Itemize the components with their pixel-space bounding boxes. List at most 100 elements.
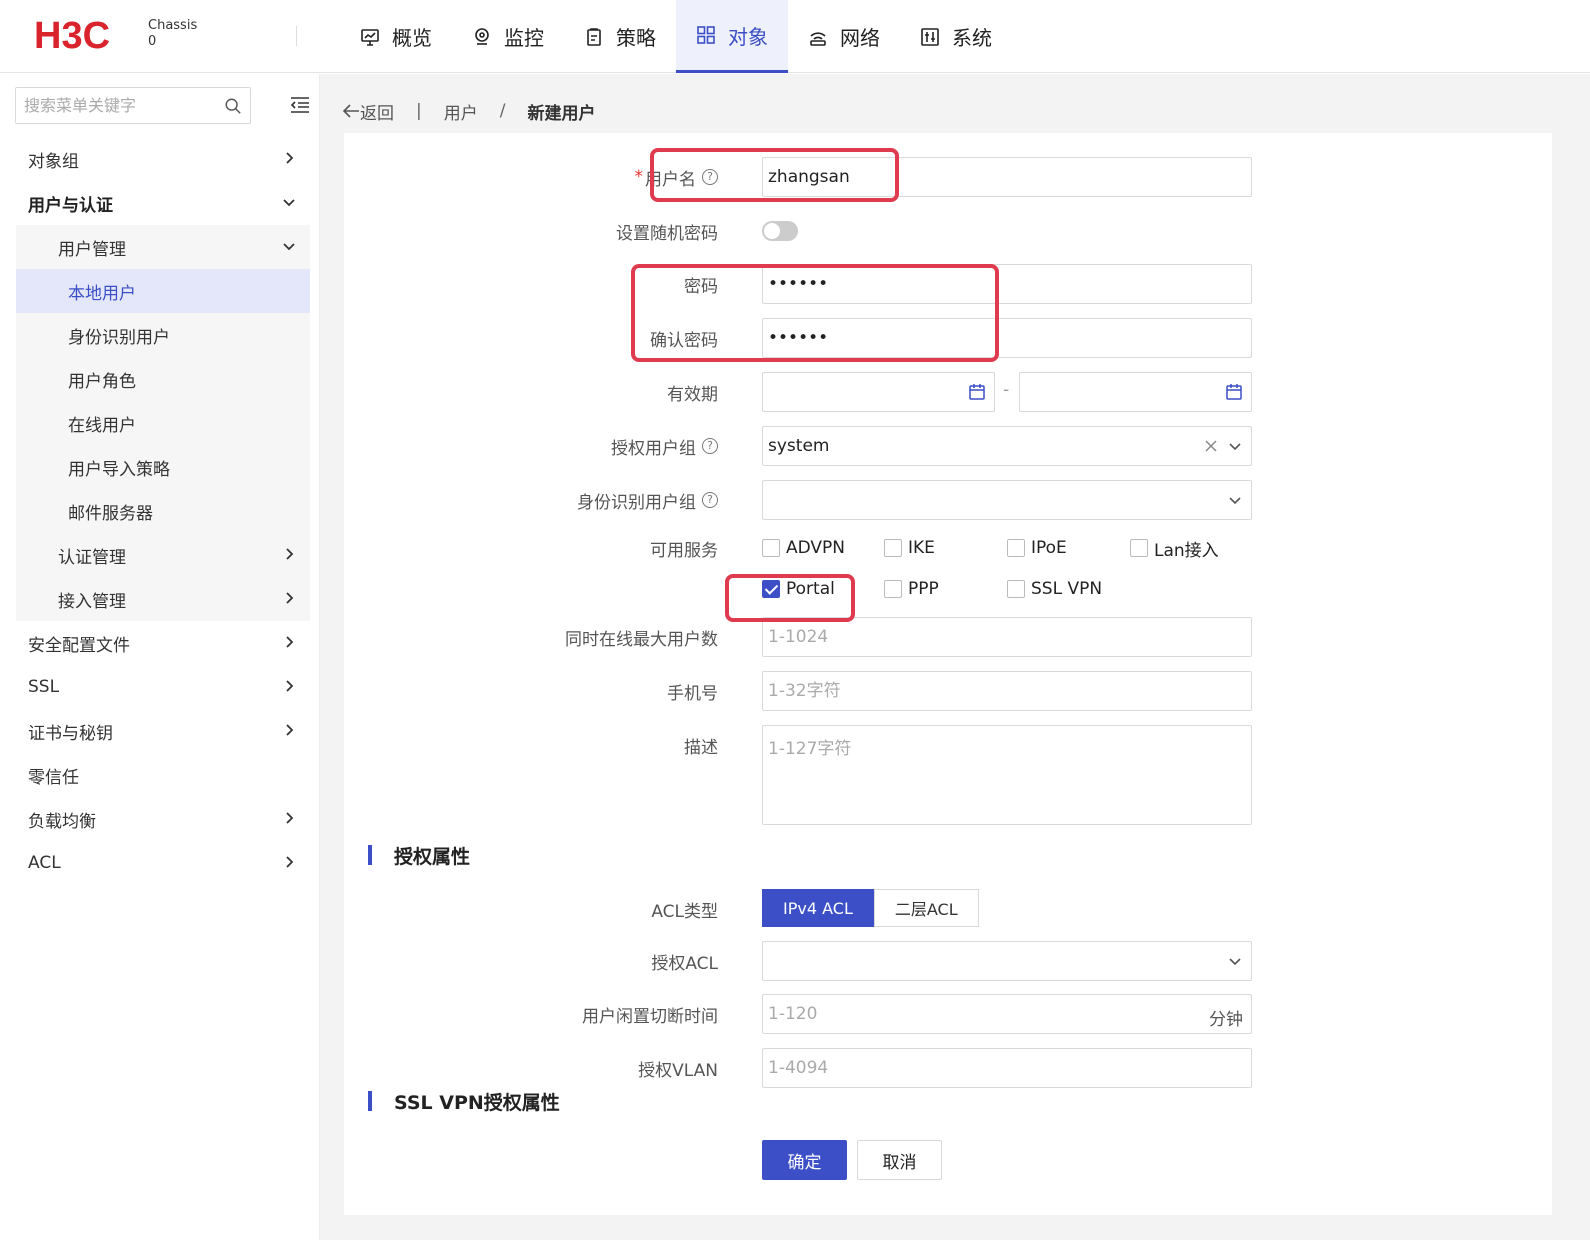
nav-label: 系统	[952, 26, 992, 50]
identity-group-row: 身份识别用户组 ?	[344, 480, 1552, 520]
checkbox[interactable]	[884, 580, 902, 598]
services-label: 可用服务	[650, 540, 718, 561]
phone-field	[762, 671, 1252, 711]
breadcrumb-parent[interactable]: 用户	[444, 99, 478, 124]
acl-type-label: ACL类型	[651, 901, 718, 922]
back-link[interactable]: 返回	[360, 99, 394, 124]
service-lan-access[interactable]: Lan接入	[1130, 533, 1219, 563]
validity-start-picker[interactable]	[762, 372, 995, 412]
auth-acl-select[interactable]	[762, 941, 1252, 981]
username-input[interactable]	[768, 167, 1246, 187]
confirm-password-field[interactable]: ••••••	[762, 318, 1252, 358]
description-textarea[interactable]	[768, 726, 1246, 824]
identity-group-select[interactable]	[762, 480, 1252, 520]
sidebar-item-local-user[interactable]: 本地用户	[16, 269, 310, 313]
nav-label: 概览	[392, 26, 432, 50]
calendar-icon	[1226, 384, 1242, 400]
confirm-password-label: 确认密码	[650, 330, 718, 351]
chevron-down-icon	[1229, 443, 1241, 451]
password-label: 密码	[684, 276, 718, 297]
sidebar-item-acl[interactable]: ACL	[6, 841, 310, 885]
sidebar-item-online-user[interactable]: 在线用户	[16, 401, 310, 445]
sslvpn-section-title: SSL VPN授权属性	[368, 1089, 560, 1114]
search-icon[interactable]	[224, 96, 242, 116]
service-ssl-vpn[interactable]: SSL VPN	[1007, 574, 1102, 604]
sidebar-item-zero-trust[interactable]: 零信任	[6, 753, 310, 797]
nav-system[interactable]: 系统	[900, 0, 1012, 73]
checkbox-checked[interactable]	[762, 580, 780, 598]
phone-row: 手机号	[344, 671, 1552, 711]
idle-timeout-input[interactable]	[768, 1004, 1246, 1024]
auth-section-title: 授权属性	[368, 843, 470, 868]
breadcrumb-divider: |	[416, 101, 422, 121]
checkbox[interactable]	[762, 539, 780, 557]
username-row: * 用户名 ?	[344, 157, 1552, 197]
checkbox[interactable]	[1130, 539, 1148, 557]
ok-button[interactable]: 确定	[762, 1140, 847, 1180]
sidebar-item-user-auth[interactable]: 用户与认证	[6, 181, 310, 225]
sidebar-item-object-group[interactable]: 对象组	[6, 137, 310, 181]
sidebar-item-cert-key[interactable]: 证书与秘钥	[6, 709, 310, 753]
sidebar-item-label: 安全配置文件	[28, 635, 130, 656]
validity-end-picker[interactable]	[1019, 372, 1252, 412]
max-online-label: 同时在线最大用户数	[565, 629, 718, 650]
menu-search	[15, 87, 251, 124]
cancel-button[interactable]: 取消	[857, 1140, 942, 1180]
phone-input[interactable]	[768, 681, 1246, 701]
sidebar-item-import-policy[interactable]: 用户导入策略	[16, 445, 310, 489]
checkbox[interactable]	[1007, 580, 1025, 598]
acl-type-row: ACL类型 IPv4 ACL 二层ACL	[344, 889, 1552, 929]
acl-type-ipv4[interactable]: IPv4 ACL	[762, 889, 874, 927]
nav-monitor[interactable]: 监控	[452, 0, 564, 73]
nav-policy[interactable]: 策略	[564, 0, 676, 73]
help-icon[interactable]: ?	[702, 438, 718, 454]
password-row: 密码 ••••••	[344, 264, 1552, 304]
service-label: SSL VPN	[1031, 579, 1103, 599]
sidebar-item-user-role[interactable]: 用户角色	[16, 357, 310, 401]
acl-type-layer2[interactable]: 二层ACL	[873, 889, 979, 927]
chassis-info: Chassis 0	[148, 18, 197, 50]
sidebar-item-user-management[interactable]: 用户管理	[16, 225, 310, 269]
service-ppp[interactable]: PPP	[884, 574, 939, 604]
chevron-down-icon	[1229, 497, 1241, 505]
checkbox[interactable]	[1007, 539, 1025, 557]
collapse-menu-icon[interactable]	[290, 96, 310, 114]
service-portal[interactable]: Portal	[762, 574, 835, 604]
max-online-field	[762, 617, 1252, 657]
validity-row: 有效期 -	[344, 372, 1552, 412]
sidebar-item-load-balance[interactable]: 负载均衡	[6, 797, 310, 841]
help-icon[interactable]: ?	[702, 492, 718, 508]
sidebar-item-ssl[interactable]: SSL	[6, 665, 310, 709]
service-advpn[interactable]: ADVPN	[762, 533, 845, 563]
sidebar-item-label: 身份识别用户	[68, 327, 170, 348]
sidebar-item-security-profile[interactable]: 安全配置文件	[6, 621, 310, 665]
nav-overview[interactable]: 概览	[340, 0, 452, 73]
confirm-password-value: ••••••	[768, 328, 829, 348]
help-icon[interactable]: ?	[702, 169, 718, 185]
nav-label: 策略	[616, 26, 656, 50]
max-online-input[interactable]	[768, 627, 1246, 647]
arrow-left-icon[interactable]	[342, 103, 360, 119]
identity-group-label: 身份识别用户组 ?	[577, 480, 718, 520]
auth-group-select[interactable]: system	[762, 426, 1252, 466]
password-field[interactable]: ••••••	[762, 264, 1252, 304]
sidebar-item-access-management[interactable]: 接入管理	[16, 577, 310, 621]
service-ipoe[interactable]: IPoE	[1007, 533, 1067, 563]
select-icons	[1227, 492, 1243, 508]
random-password-toggle[interactable]	[762, 221, 798, 241]
sidebar-item-mail-server[interactable]: 邮件服务器	[16, 489, 310, 533]
acl-type-segmented: IPv4 ACL 二层ACL	[762, 889, 979, 927]
chevron-down-icon	[283, 199, 295, 207]
h3c-logo: H3C	[34, 15, 110, 54]
clear-icon[interactable]	[1203, 438, 1219, 454]
menu-search-input[interactable]	[24, 96, 224, 115]
auth-vlan-input[interactable]	[768, 1058, 1246, 1078]
sidebar-item-identity-user[interactable]: 身份识别用户	[16, 313, 310, 357]
nav-label: 监控	[504, 26, 544, 50]
nav-object[interactable]: 对象	[676, 0, 788, 73]
sidebar-item-auth-management[interactable]: 认证管理	[16, 533, 310, 577]
checkbox[interactable]	[884, 539, 902, 557]
service-ike[interactable]: IKE	[884, 533, 935, 563]
nav-network[interactable]: 网络	[788, 0, 900, 73]
random-password-row: 设置随机密码	[344, 211, 1552, 251]
